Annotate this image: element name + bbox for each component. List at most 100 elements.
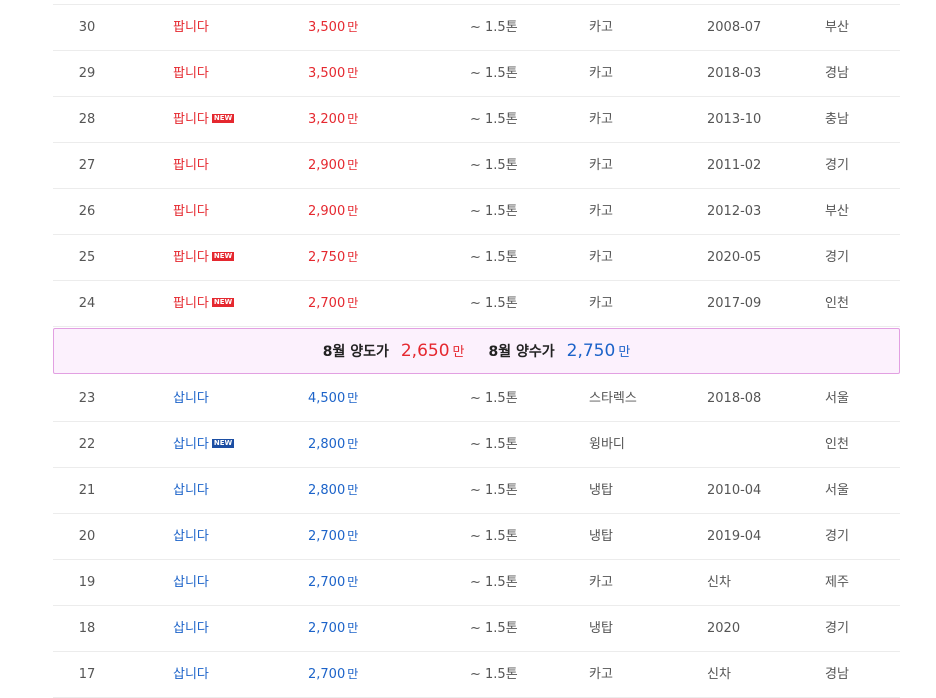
- tonnage: ~ 1.5톤: [470, 667, 518, 682]
- region: 서울: [825, 483, 849, 498]
- price-value: 2,700: [308, 621, 346, 636]
- trade-type-link[interactable]: 삽니다 NEW: [173, 422, 235, 467]
- trade-type-label: 팝니다: [173, 158, 209, 173]
- body-type: 카고: [589, 112, 613, 127]
- model-year: 2020: [707, 621, 741, 636]
- price-value: 4,500: [308, 391, 346, 406]
- price-unit: 만: [347, 20, 359, 34]
- table-row[interactable]: 24 팝니다 NEW 2,700 만 ~ 1.5톤 카고 2017-09 인천: [53, 281, 900, 327]
- price: 2,700 만: [308, 652, 358, 697]
- tonnage: ~ 1.5톤: [470, 250, 518, 265]
- transfer-price-unit: 만: [452, 345, 465, 360]
- table-row[interactable]: 29 팝니다 3,500 만 ~ 1.5톤 카고 2018-03 경남: [53, 51, 900, 97]
- row-number: 17: [78, 667, 96, 682]
- trade-type-link[interactable]: 삽니다: [173, 514, 209, 559]
- price-value: 2,900: [308, 158, 346, 173]
- region: 경기: [825, 158, 849, 173]
- table-row[interactable]: 25 팝니다 NEW 2,750 만 ~ 1.5톤 카고 2020-05 경기: [53, 235, 900, 281]
- body-type: 카고: [589, 204, 613, 219]
- region: 경남: [825, 667, 849, 682]
- model-year: 2012-03: [707, 204, 762, 219]
- row-number: 26: [78, 204, 96, 219]
- row-number: 27: [78, 158, 96, 173]
- model-year: 2017-09: [707, 296, 762, 311]
- price-value: 2,800: [308, 483, 346, 498]
- table-row[interactable]: 27 팝니다 2,900 만 ~ 1.5톤 카고 2011-02 경기: [53, 143, 900, 189]
- tonnage: ~ 1.5톤: [470, 112, 518, 127]
- table-row[interactable]: 22 삽니다 NEW 2,800 만 ~ 1.5톤 윙바디 인천: [53, 422, 900, 468]
- price: 3,500 만: [308, 51, 358, 96]
- trade-type-label: 팝니다: [173, 296, 209, 311]
- price: 3,200 만: [308, 97, 358, 142]
- price: 2,700 만: [308, 560, 358, 605]
- region: 서울: [825, 391, 849, 406]
- price: 2,700 만: [308, 514, 358, 559]
- trade-type-link[interactable]: 팝니다: [173, 51, 209, 96]
- trade-type-link[interactable]: 삽니다: [173, 560, 209, 605]
- trade-type-label: 삽니다: [173, 391, 209, 406]
- row-number: 19: [78, 575, 96, 590]
- price-unit: 만: [347, 250, 359, 264]
- price-unit: 만: [347, 204, 359, 218]
- table-row[interactable]: 17 삽니다 2,700 만 ~ 1.5톤 카고 신차 경남: [53, 652, 900, 698]
- price: 3,500 만: [308, 5, 358, 50]
- price: 2,900 만: [308, 189, 358, 234]
- price-value: 2,700: [308, 667, 346, 682]
- trade-type-link[interactable]: 팝니다 NEW: [173, 97, 235, 142]
- trade-type-link[interactable]: 팝니다 NEW: [173, 235, 235, 280]
- trade-type-link[interactable]: 팝니다: [173, 143, 209, 188]
- trade-type-link[interactable]: 팝니다: [173, 5, 209, 50]
- trade-type-label: 삽니다: [173, 621, 209, 636]
- trade-type-link[interactable]: 삽니다: [173, 606, 209, 651]
- price-value: 2,750: [308, 250, 346, 265]
- transfer-price-value: 2,650 만: [401, 341, 465, 361]
- price-unit: 만: [347, 296, 359, 310]
- trade-type-link[interactable]: 삽니다: [173, 468, 209, 513]
- table-row[interactable]: 23 삽니다 4,500 만 ~ 1.5톤 스타렉스 2018-08 서울: [53, 376, 900, 422]
- body-type: 냉탑: [589, 621, 613, 636]
- body-type: 카고: [589, 667, 613, 682]
- table-row[interactable]: 18 삽니다 2,700 만 ~ 1.5톤 냉탑 2020 경기: [53, 606, 900, 652]
- model-year: 2019-04: [707, 529, 762, 544]
- row-number: 28: [78, 112, 96, 127]
- price-unit: 만: [347, 621, 359, 635]
- table-row[interactable]: 28 팝니다 NEW 3,200 만 ~ 1.5톤 카고 2013-10 충남: [53, 97, 900, 143]
- model-year: 2008-07: [707, 20, 762, 35]
- region: 경기: [825, 621, 849, 636]
- tonnage: ~ 1.5톤: [470, 158, 518, 173]
- body-type: 스타렉스: [589, 391, 637, 406]
- price: 2,800 만: [308, 468, 358, 513]
- price-unit: 만: [347, 529, 359, 543]
- new-badge: NEW: [211, 252, 235, 261]
- price-unit: 만: [347, 483, 359, 497]
- trade-type-link[interactable]: 팝니다: [173, 189, 209, 234]
- trade-type-link[interactable]: 삽니다: [173, 376, 209, 421]
- body-type: 윙바디: [589, 437, 625, 452]
- row-number: 23: [78, 391, 96, 406]
- price-value: 2,700: [308, 575, 346, 590]
- row-number: 22: [78, 437, 96, 452]
- body-type: 카고: [589, 575, 613, 590]
- table-row[interactable]: 19 삽니다 2,700 만 ~ 1.5톤 카고 신차 제주: [53, 560, 900, 606]
- trade-type-link[interactable]: 팝니다 NEW: [173, 281, 235, 326]
- table-row[interactable]: 30 팝니다 3,500 만 ~ 1.5톤 카고 2008-07 부산: [53, 5, 900, 51]
- table-row[interactable]: 21 삽니다 2,800 만 ~ 1.5톤 냉탑 2010-04 서울: [53, 468, 900, 514]
- body-type: 카고: [589, 66, 613, 81]
- tonnage: ~ 1.5톤: [470, 20, 518, 35]
- region: 부산: [825, 204, 849, 219]
- region: 경남: [825, 66, 849, 81]
- trade-type-link[interactable]: 삽니다: [173, 652, 209, 697]
- price-unit: 만: [347, 158, 359, 172]
- model-year: 2018-03: [707, 66, 762, 81]
- trade-type-label: 팝니다: [173, 204, 209, 219]
- table-row[interactable]: 26 팝니다 2,900 만 ~ 1.5톤 카고 2012-03 부산: [53, 189, 900, 235]
- price: 2,800 만: [308, 422, 358, 467]
- tonnage: ~ 1.5톤: [470, 296, 518, 311]
- price: 2,900 만: [308, 143, 358, 188]
- price-value: 2,900: [308, 204, 346, 219]
- price: 2,700 만: [308, 281, 358, 326]
- acquire-price-number: 2,750: [566, 341, 616, 361]
- table-row[interactable]: 20 삽니다 2,700 만 ~ 1.5톤 냉탑 2019-04 경기: [53, 514, 900, 560]
- region: 충남: [825, 112, 849, 127]
- trade-type-label: 팝니다: [173, 112, 209, 127]
